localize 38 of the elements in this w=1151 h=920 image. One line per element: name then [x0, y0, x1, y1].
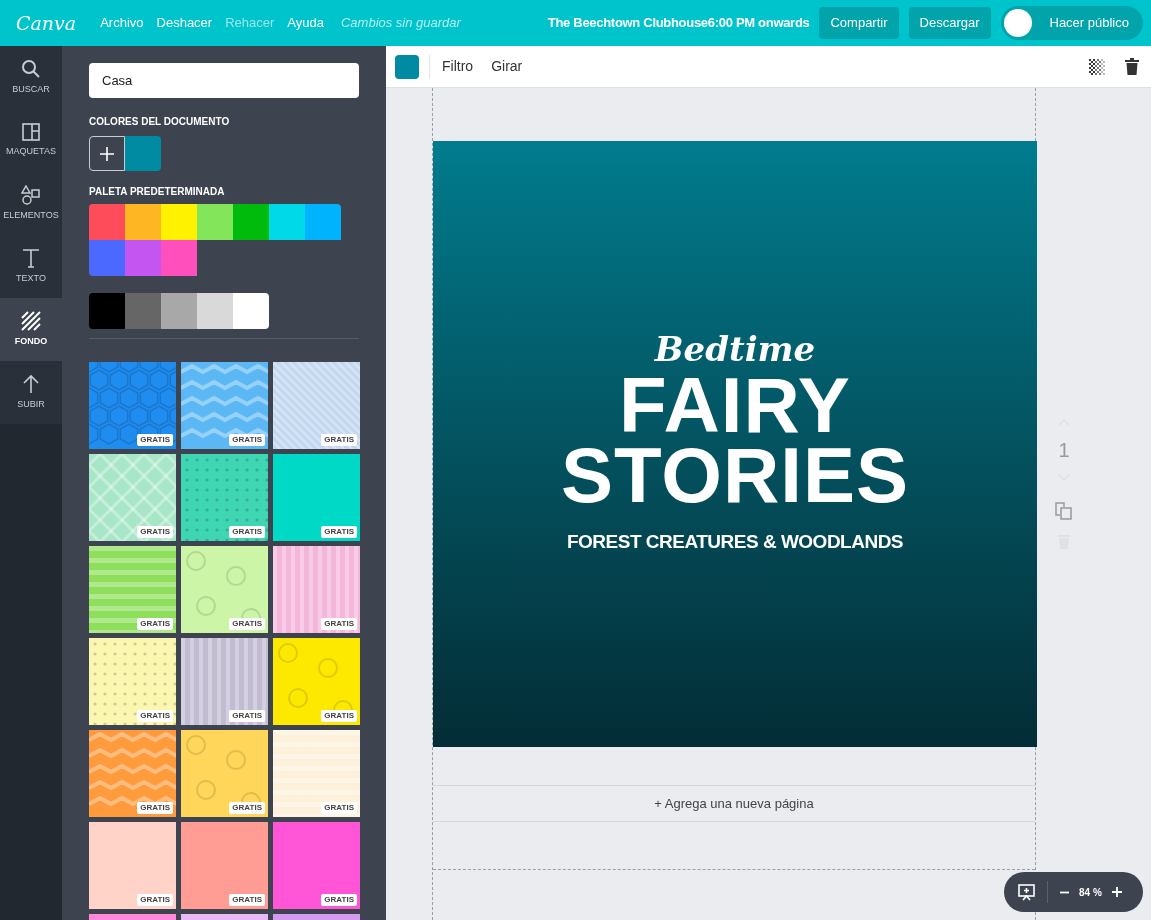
- search-field[interactable]: Casa: [89, 63, 359, 98]
- free-badge: GRATIS: [321, 526, 357, 538]
- free-badge: GRATIS: [321, 894, 357, 906]
- design-title: FAIRY: [619, 369, 851, 440]
- design-subtitle: FOREST CREATURES & WOODLANDS: [566, 529, 904, 554]
- sidebar-tab[interactable]: ELEMENTOS: [0, 172, 62, 235]
- free-badge: GRATIS: [137, 894, 173, 906]
- toolbar-button[interactable]: Filtro: [442, 56, 474, 77]
- save-status: Cambios sin guardar: [340, 14, 461, 33]
- free-badge: GRATIS: [137, 802, 173, 814]
- free-badge: GRATIS: [229, 434, 265, 446]
- sidebar-tab[interactable]: SUBIR: [0, 361, 62, 424]
- free-badge: GRATIS: [229, 618, 265, 630]
- add-page-button[interactable]: + Agrega una nueva página: [433, 785, 1035, 822]
- free-badge: GRATIS: [137, 434, 173, 446]
- sidebar-tab[interactable]: MAQUETAS: [0, 109, 62, 172]
- section-title: PALETA PREDETERMINADA: [89, 185, 226, 199]
- free-badge: GRATIS: [321, 802, 357, 814]
- free-badge: GRATIS: [321, 618, 357, 630]
- free-badge: GRATIS: [229, 894, 265, 906]
- free-badge: GRATIS: [321, 434, 357, 446]
- free-badge: GRATIS: [321, 710, 357, 722]
- free-badge: GRATIS: [229, 802, 265, 814]
- zoom-level: 84 %: [1079, 885, 1102, 900]
- sidebar-tab[interactable]: BUSCAR: [0, 46, 62, 109]
- free-badge: GRATIS: [137, 618, 173, 630]
- free-badge: GRATIS: [229, 710, 265, 722]
- sidebar-tab[interactable]: FONDO: [0, 298, 62, 361]
- sidebar-tab[interactable]: TEXTO: [0, 235, 62, 298]
- free-badge: GRATIS: [137, 710, 173, 722]
- design-script-title: Bedtime: [654, 331, 816, 366]
- toolbar-button[interactable]: Girar: [491, 56, 523, 77]
- design-page[interactable]: Bedtime FAIRY STORIES FOREST CREATURES & WOODLANDS: [433, 141, 1037, 747]
- page-number: 1: [1058, 440, 1070, 460]
- free-badge: GRATIS: [229, 526, 265, 538]
- section-title: COLORES DEL DOCUMENTO: [89, 115, 231, 129]
- design-title: STORIES: [561, 439, 909, 510]
- free-badge: GRATIS: [137, 526, 173, 538]
